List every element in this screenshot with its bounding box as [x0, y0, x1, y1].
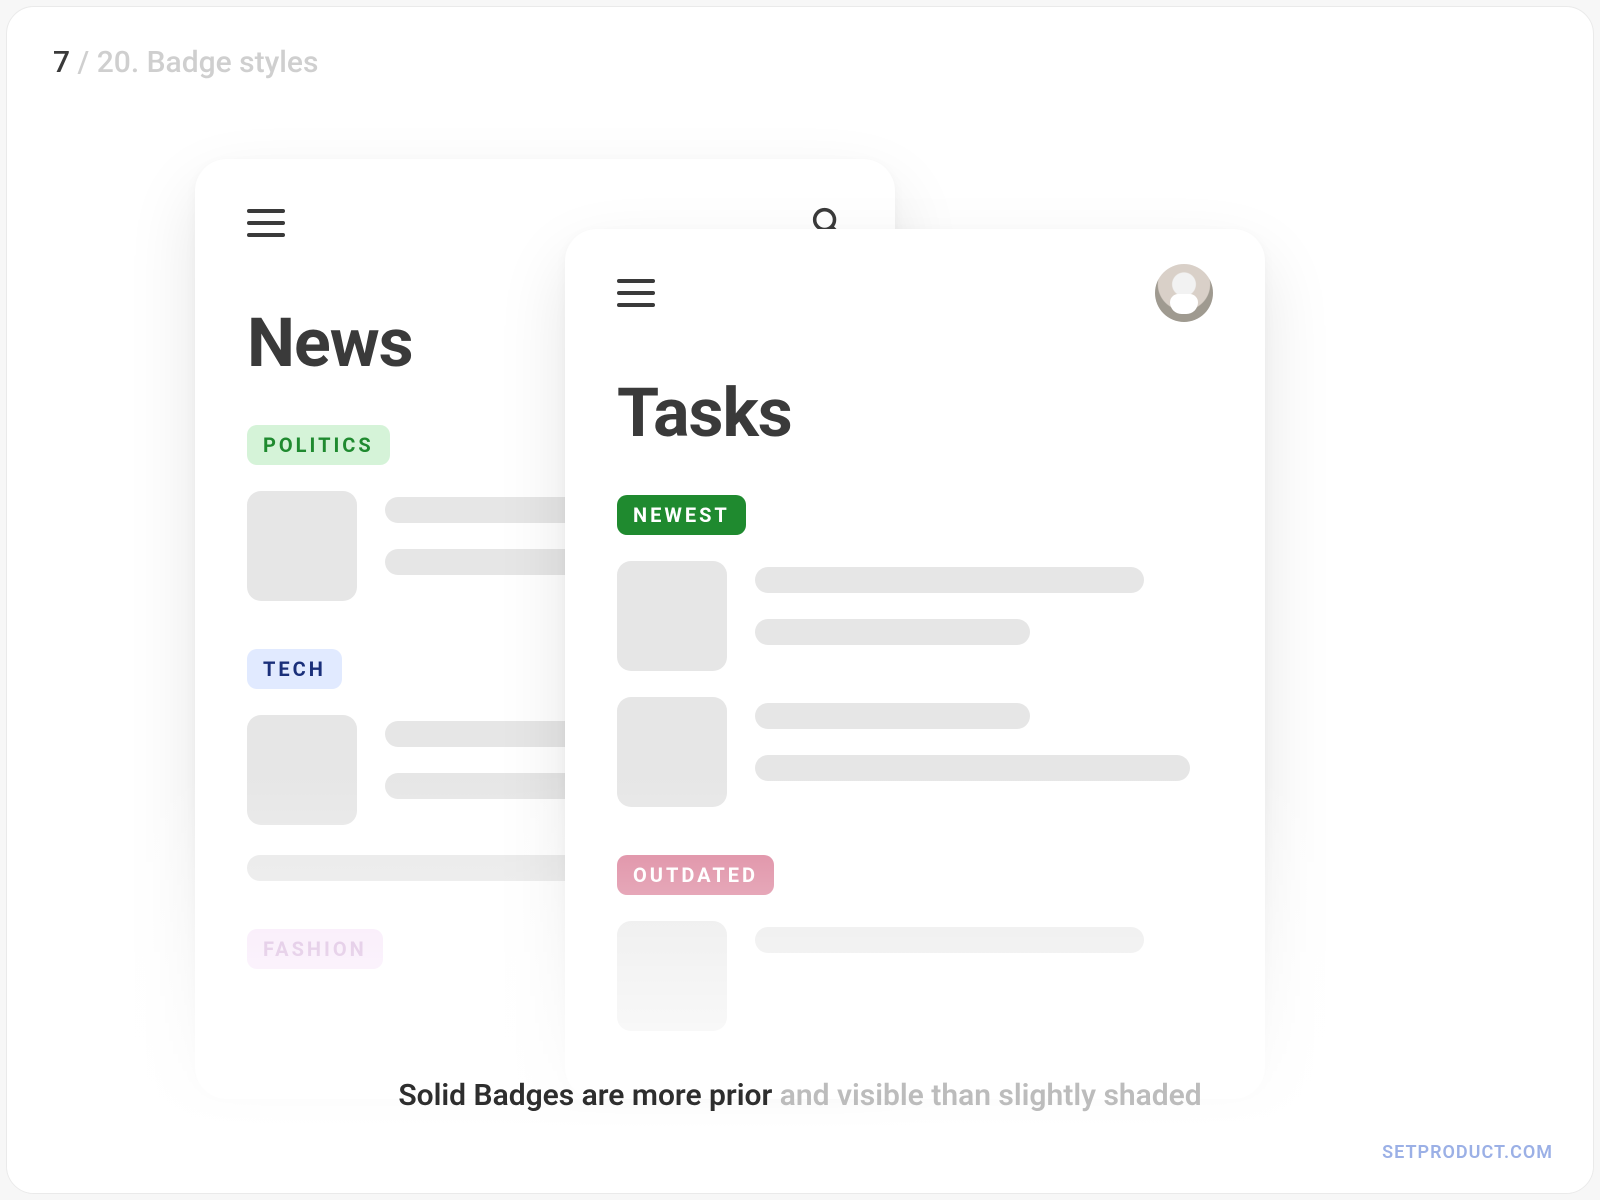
list-item	[617, 697, 1213, 807]
badge-politics[interactable]: POLITICS	[247, 425, 390, 465]
card-tasks-title: Tasks	[617, 373, 1213, 453]
thumbnail-placeholder	[247, 491, 357, 601]
badge-fashion[interactable]: FASHION	[247, 929, 383, 969]
card-tasks-header	[617, 273, 1213, 313]
text-placeholder	[247, 855, 605, 881]
breadcrumb-sep: /	[78, 45, 97, 80]
list-item	[617, 921, 1213, 1031]
menu-icon[interactable]	[617, 279, 655, 307]
breadcrumb-dot: .	[131, 45, 147, 80]
menu-icon[interactable]	[247, 209, 285, 237]
text-placeholder	[755, 567, 1144, 593]
thumbnail-placeholder	[617, 697, 727, 807]
slide-caption: Solid Badges are more prior and visible …	[7, 1078, 1593, 1113]
list-item	[617, 561, 1213, 671]
badge-tech[interactable]: TECH	[247, 649, 342, 689]
thumbnail-placeholder	[247, 715, 357, 825]
thumbnail-placeholder	[617, 921, 727, 1031]
text-placeholder	[755, 927, 1144, 953]
thumbnail-placeholder	[617, 561, 727, 671]
text-placeholder	[755, 755, 1190, 781]
breadcrumb-current: 7	[53, 45, 70, 80]
breadcrumb-total: 20	[97, 45, 131, 80]
breadcrumb: 7 / 20. Badge styles	[53, 45, 318, 80]
caption-muted: and visible than slightly shaded	[772, 1078, 1201, 1113]
text-placeholder	[755, 619, 1030, 645]
card-tasks: Tasks NEWEST OUTDATED	[565, 229, 1265, 1099]
caption-strong: Solid Badges are more prior	[398, 1078, 772, 1113]
watermark: SETPRODUCT.COM	[1382, 1142, 1553, 1163]
text-placeholder	[755, 703, 1030, 729]
breadcrumb-title: Badge styles	[147, 45, 319, 80]
badge-outdated[interactable]: OUTDATED	[617, 855, 774, 895]
slide-frame: 7 / 20. Badge styles News POLITICS TECH	[6, 6, 1594, 1194]
avatar[interactable]	[1155, 264, 1213, 322]
tasks-section-newest: NEWEST	[617, 495, 1213, 807]
badge-newest[interactable]: NEWEST	[617, 495, 746, 535]
tasks-section-outdated: OUTDATED	[617, 855, 1213, 1031]
